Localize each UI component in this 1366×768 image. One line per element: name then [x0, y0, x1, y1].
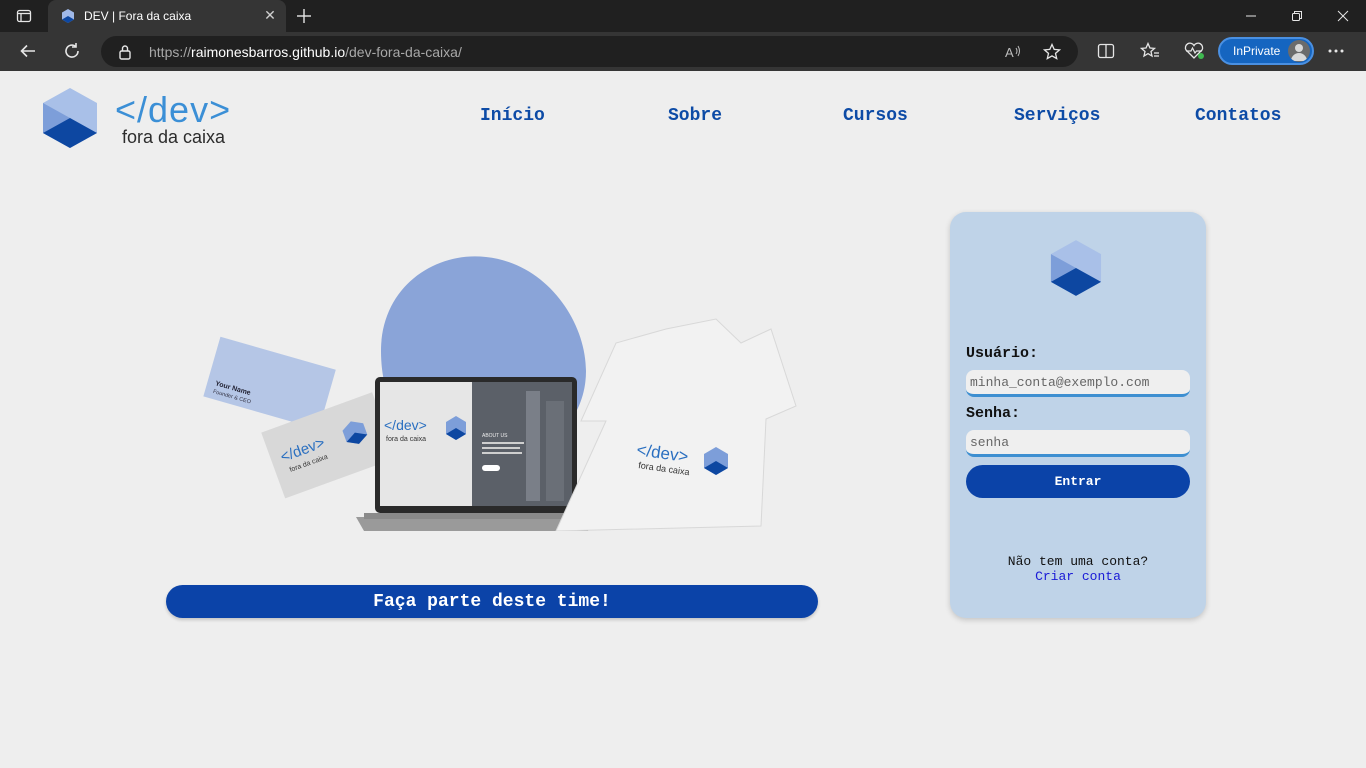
site-logo[interactable]: </dev> fora da caixa [42, 87, 252, 149]
hexagon-cube-icon [1050, 240, 1102, 296]
svg-text:A: A [1005, 45, 1014, 60]
password-label: Senha: [966, 405, 1021, 422]
login-card: Usuário: Senha: Entrar Não tem uma conta… [950, 212, 1206, 618]
window-controls [1228, 0, 1366, 32]
browser-essentials-icon[interactable] [1176, 35, 1212, 67]
more-options-icon[interactable] [1318, 35, 1354, 67]
favorites-icon[interactable] [1132, 35, 1168, 67]
read-aloud-icon[interactable]: A [1004, 42, 1024, 62]
nav-link-inicio[interactable]: Início [480, 106, 545, 126]
username-input[interactable] [966, 370, 1190, 397]
site-favicon-icon [62, 9, 74, 23]
url-text[interactable]: https://raimonesbarros.github.io/dev-for… [149, 44, 462, 60]
login-submit-button[interactable]: Entrar [966, 465, 1190, 498]
url-prefix: https:// [149, 44, 192, 60]
nav-link-sobre[interactable]: Sobre [668, 106, 722, 126]
hero-mockup-image: Your Name Founder & CEO </dev> fora da c… [203, 256, 797, 531]
nav-link-contatos[interactable]: Contatos [1195, 106, 1281, 126]
laptop-logo-sub: fora da caixa [386, 436, 426, 443]
logo-code-text: </dev> [115, 89, 232, 130]
logo-subtitle: fora da caixa [122, 127, 226, 147]
profile-avatar-icon [1288, 40, 1310, 62]
address-bar[interactable]: https://raimonesbarros.github.io/dev-for… [101, 36, 1078, 67]
browser-tab-active[interactable]: DEV | Fora da caixa ✕ [48, 0, 286, 32]
restore-icon[interactable] [1274, 0, 1320, 32]
split-screen-icon[interactable] [1088, 35, 1124, 67]
lock-icon[interactable] [118, 44, 132, 60]
laptop-section-title: ABOUT US [482, 433, 508, 439]
minimize-icon[interactable] [1228, 0, 1274, 32]
laptop-mockup: </dev> fora da caixa ABOUT US [356, 377, 596, 531]
hexagon-cube-icon [43, 88, 97, 148]
favorite-star-icon[interactable] [1042, 42, 1062, 62]
nav-link-servicos[interactable]: Serviços [1014, 106, 1100, 126]
refresh-icon[interactable] [54, 35, 90, 67]
back-icon[interactable] [10, 35, 46, 67]
browser-toolbar: https://raimonesbarros.github.io/dev-for… [0, 32, 1366, 71]
no-account-text: Não tem uma conta? [1007, 554, 1149, 569]
page-viewport: </dev> fora da caixa Início Sobre Cursos… [0, 71, 1366, 768]
inprivate-label: InPrivate [1233, 44, 1281, 58]
nav-link-cursos[interactable]: Cursos [843, 106, 908, 126]
tshirt-mockup: </dev> fora da caixa [555, 318, 797, 531]
create-account-link[interactable]: Criar conta [950, 569, 1206, 584]
browser-titlebar: DEV | Fora da caixa ✕ [0, 0, 1366, 32]
url-host: raimonesbarros.github.io [191, 44, 346, 60]
join-team-button[interactable]: Faça parte deste time! [166, 585, 818, 618]
tab-title: DEV | Fora da caixa [84, 9, 192, 23]
close-window-icon[interactable] [1320, 0, 1366, 32]
username-label: Usuário: [966, 345, 1039, 362]
laptop-logo-code: </dev> [384, 417, 427, 433]
tab-close-icon[interactable]: ✕ [262, 8, 278, 24]
password-input[interactable] [966, 430, 1190, 457]
inprivate-button[interactable]: InPrivate [1218, 37, 1314, 65]
tab-actions-icon[interactable] [0, 0, 48, 32]
new-tab-icon[interactable] [292, 4, 316, 28]
url-path: /dev-fora-da-caixa/ [345, 44, 462, 60]
